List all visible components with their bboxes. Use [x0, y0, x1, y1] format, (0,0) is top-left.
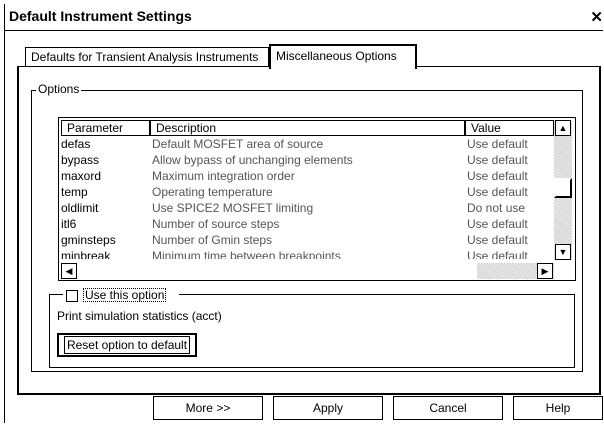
scroll-thumb[interactable]	[554, 178, 572, 198]
table-row[interactable]: bypass Allow bypass of unchanging elemen…	[59, 152, 559, 168]
parameters-listview[interactable]: Parameter Description Value defas Defaul…	[58, 117, 576, 281]
value-cell: Use default	[467, 137, 528, 151]
title-bar: Default Instrument Settings ✕	[5, 4, 603, 31]
parameter-cell: bypass	[61, 153, 100, 167]
table-row[interactable]: defas Default MOSFET area of source Use …	[59, 136, 559, 152]
close-icon[interactable]: ✕	[590, 8, 603, 26]
arrow-left-icon[interactable]: ◀	[61, 263, 77, 279]
table-row[interactable]: itl6 Number of source steps Use default	[59, 216, 559, 232]
vertical-scrollbar[interactable]: ▲ ▼	[554, 120, 572, 260]
value-cell: Use default	[467, 249, 528, 259]
parameter-cell: gminsteps	[61, 233, 116, 247]
value-cell: Use default	[467, 185, 528, 199]
description-cell: Allow bypass of unchanging elements	[152, 153, 353, 167]
options-group-label: Options	[36, 82, 82, 96]
apply-button[interactable]: Apply	[273, 396, 383, 420]
column-header-parameter[interactable]: Parameter	[61, 120, 150, 136]
dialog-window: Default Instrument Settings ✕ Defaults f…	[4, 4, 603, 423]
arrow-up-icon[interactable]: ▲	[555, 120, 571, 136]
column-header-description[interactable]: Description	[150, 120, 465, 136]
table-row[interactable]: minbreak Minimum time between breakpoint…	[59, 248, 559, 259]
option-description: Print simulation statistics (acct)	[57, 309, 222, 323]
horizontal-scroll-thumb[interactable]	[77, 263, 477, 279]
description-cell: Default MOSFET area of source	[152, 137, 324, 151]
arrow-down-icon[interactable]: ▼	[555, 244, 571, 260]
parameter-cell: defas	[61, 137, 91, 151]
more-button[interactable]: More >>	[153, 396, 263, 420]
value-cell: Use default	[467, 217, 528, 231]
use-option-label[interactable]: Use this option	[83, 288, 167, 302]
horizontal-scrollbar[interactable]: ◀ ▶	[61, 263, 554, 279]
parameter-cell: minbreak	[61, 249, 111, 259]
table-row[interactable]: maxord Maximum integration order Use def…	[59, 168, 559, 184]
column-header-value[interactable]: Value	[465, 120, 554, 136]
description-cell: Operating temperature	[152, 185, 273, 199]
description-cell: Maximum integration order	[152, 169, 295, 183]
description-cell: Use SPICE2 MOSFET limiting	[152, 201, 314, 215]
tab-miscellaneous-options[interactable]: Miscellaneous Options	[269, 44, 417, 69]
reset-option-label: Reset option to default	[63, 336, 191, 354]
reset-option-button[interactable]: Reset option to default	[57, 333, 197, 357]
description-cell: Number of Gmin steps	[152, 233, 273, 247]
table-row[interactable]: oldlimit Use SPICE2 MOSFET limiting Do n…	[59, 200, 559, 216]
description-cell: Minimum time between breakpoints	[152, 249, 341, 259]
use-option-header: Use this option	[63, 288, 179, 302]
table-row[interactable]: gminsteps Number of Gmin steps Use defau…	[59, 232, 559, 248]
dialog-title: Default Instrument Settings	[9, 8, 192, 24]
value-cell: Use default	[467, 169, 528, 183]
tab-transient-defaults[interactable]: Defaults for Transient Analysis Instrume…	[25, 47, 269, 66]
use-option-checkbox[interactable]	[66, 290, 78, 302]
cancel-button[interactable]: Cancel	[393, 396, 503, 420]
parameter-cell: itl6	[61, 217, 77, 231]
value-cell: Do not use	[467, 201, 526, 215]
value-cell: Use default	[467, 153, 528, 167]
arrow-right-icon[interactable]: ▶	[537, 263, 553, 279]
description-cell: Number of source steps	[152, 217, 280, 231]
parameter-cell: temp	[61, 185, 88, 199]
parameter-cell: maxord	[61, 169, 102, 183]
value-cell: Use default	[467, 233, 528, 247]
table-row[interactable]: temp Operating temperature Use default	[59, 184, 559, 200]
parameter-cell: oldlimit	[61, 201, 99, 215]
help-button[interactable]: Help	[513, 396, 603, 420]
